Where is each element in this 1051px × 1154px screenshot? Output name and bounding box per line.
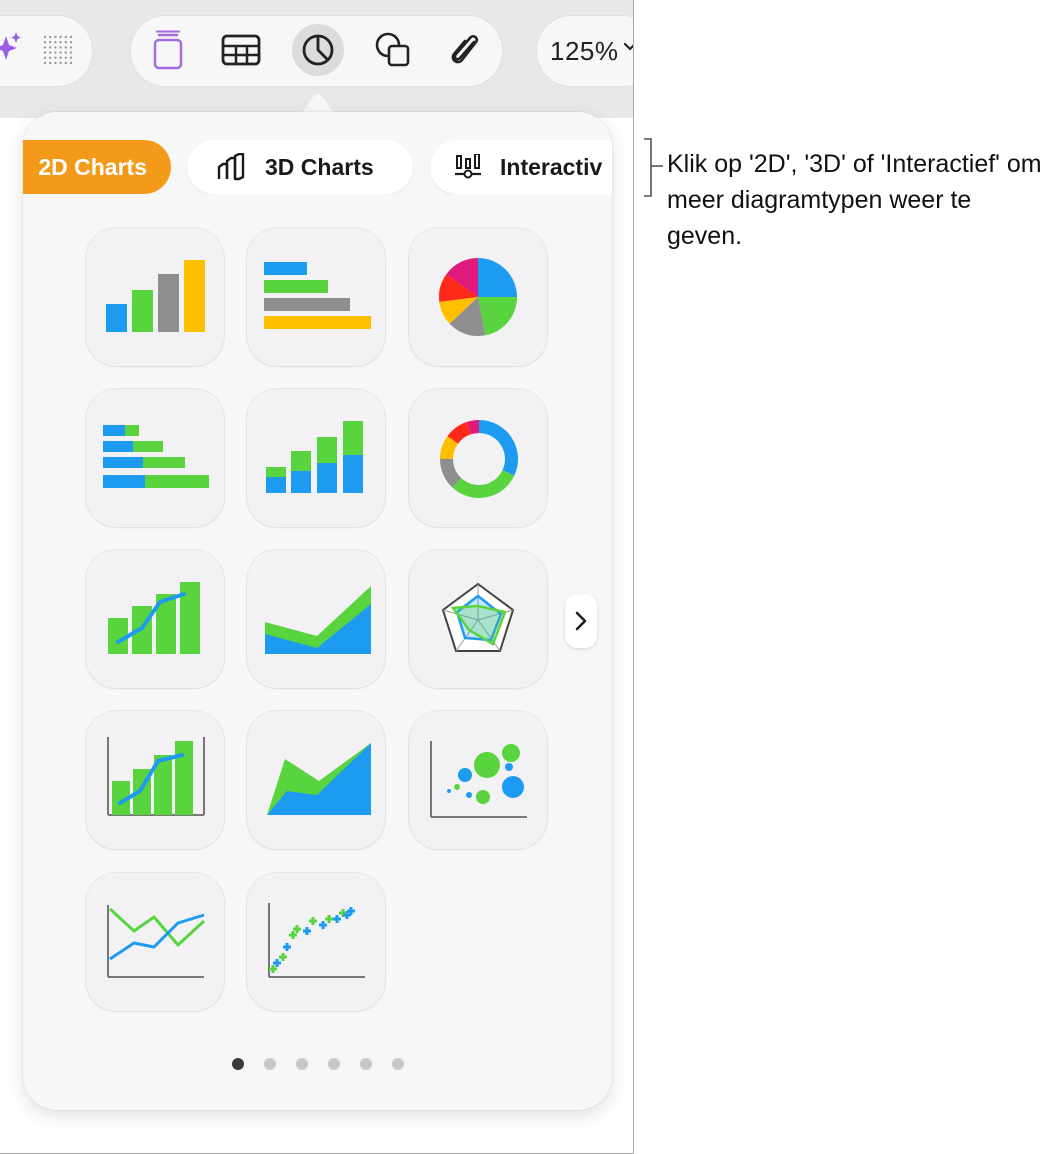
chevron-down-icon[interactable] xyxy=(623,40,633,58)
shape-icon[interactable] xyxy=(368,25,418,75)
sparkle-icon[interactable] xyxy=(0,25,36,75)
area-chart-tile[interactable] xyxy=(247,550,385,688)
mixed-column-line-chart-icon xyxy=(108,582,200,654)
tab-2d-charts[interactable]: 2D Charts xyxy=(23,140,171,194)
app-screen: 125% 2D Charts 3D Charts Interactiv xyxy=(0,0,634,1154)
two-axis-chart-icon xyxy=(107,737,205,816)
stacked-bar-chart-tile[interactable] xyxy=(86,389,224,527)
table-icon[interactable] xyxy=(216,25,266,75)
interactive-chart-icon xyxy=(455,154,481,179)
callout-bracket xyxy=(644,138,663,197)
radar-chart-icon xyxy=(441,582,515,652)
page-dot[interactable] xyxy=(328,1058,340,1070)
tab-3d-charts[interactable]: 3D Charts xyxy=(187,140,413,194)
page-dot[interactable] xyxy=(264,1058,276,1070)
tab-label: Interactiv xyxy=(500,153,603,180)
pie-chart-tile[interactable] xyxy=(409,228,547,366)
donut-chart-icon xyxy=(440,420,518,498)
next-page-button[interactable] xyxy=(565,594,597,648)
chart-icon[interactable] xyxy=(292,24,344,76)
scatter-chart-tile[interactable] xyxy=(247,873,385,1011)
stacked-area-chart-icon xyxy=(267,743,371,815)
area-chart-icon xyxy=(265,586,371,654)
chart-picker-popover: 2D Charts 3D Charts Interactiv xyxy=(23,112,612,1110)
page-indicator[interactable] xyxy=(23,1058,612,1072)
dot-grid-icon[interactable] xyxy=(33,25,83,75)
stacked-column-chart-icon xyxy=(266,421,363,493)
zoom-value[interactable]: 125% xyxy=(550,36,619,67)
text-box-icon[interactable] xyxy=(143,25,193,75)
line-chart-tile[interactable] xyxy=(86,873,224,1011)
3d-bar-chart-icon xyxy=(217,153,245,181)
stacked-column-chart-tile[interactable] xyxy=(247,389,385,527)
tab-label: 2D Charts xyxy=(38,153,147,180)
tab-interactive-charts[interactable]: Interactiv xyxy=(430,140,612,194)
page-dot[interactable] xyxy=(392,1058,404,1070)
chevron-right-icon xyxy=(575,611,587,631)
page-dot[interactable] xyxy=(360,1058,372,1070)
tab-label: 3D Charts xyxy=(265,153,374,180)
mixed-column-line-chart-tile[interactable] xyxy=(86,550,224,688)
callout-text: Klik op '2D', '3D' of 'Interactief' om m… xyxy=(667,150,1042,250)
bubble-chart-icon xyxy=(430,741,527,818)
stacked-bar-chart-icon xyxy=(103,425,209,488)
donut-chart-tile[interactable] xyxy=(409,389,547,527)
bar-chart-tile[interactable] xyxy=(247,228,385,366)
column-chart-tile[interactable] xyxy=(86,228,224,366)
radar-chart-tile[interactable] xyxy=(409,550,547,688)
column-chart-icon xyxy=(106,260,205,332)
page-dot[interactable] xyxy=(296,1058,308,1070)
two-axis-chart-tile[interactable] xyxy=(86,711,224,849)
page-dot[interactable] xyxy=(232,1058,244,1070)
chart-category-tabs: 2D Charts 3D Charts Interactiv xyxy=(23,140,612,194)
paperclip-icon[interactable] xyxy=(440,25,490,75)
bubble-chart-tile[interactable] xyxy=(409,711,547,849)
pie-chart-icon xyxy=(439,258,517,336)
bar-chart-icon xyxy=(264,262,371,329)
line-chart-icon xyxy=(107,905,206,978)
stacked-area-chart-tile[interactable] xyxy=(247,711,385,849)
scatter-chart-icon xyxy=(268,903,365,978)
